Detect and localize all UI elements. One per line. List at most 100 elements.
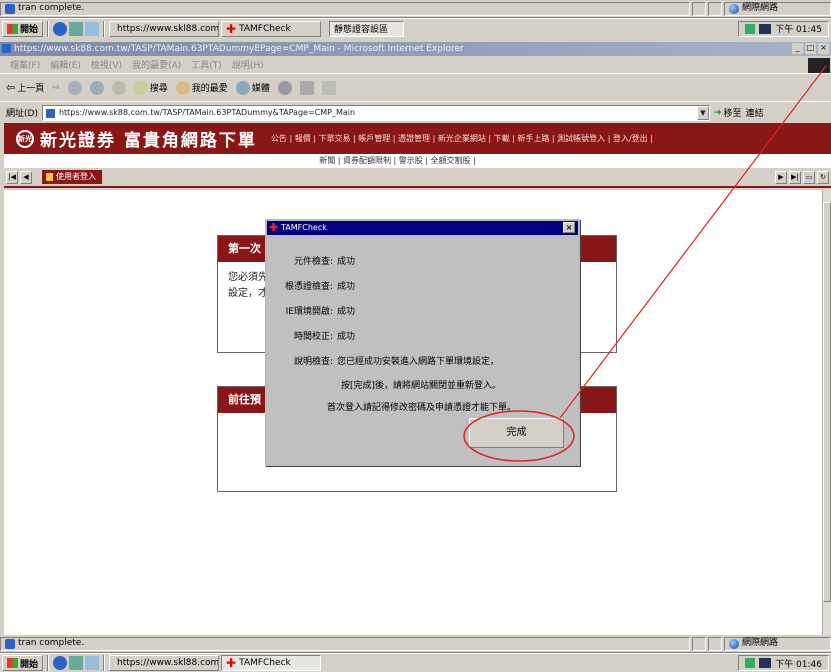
print-icon[interactable] bbox=[321, 80, 336, 95]
top-taskbar: 開始 https://www.skl88.com.tw/T... ✚ TAMFC… bbox=[0, 18, 831, 38]
ie-window-icon bbox=[2, 44, 11, 53]
status-cell bbox=[692, 636, 706, 651]
top-status-bar: tran complete. 網際網路 bbox=[0, 0, 831, 18]
logo-text: 新光 bbox=[18, 134, 32, 143]
search-button[interactable]: 搜尋 bbox=[133, 80, 168, 95]
start-button[interactable]: 開始 bbox=[2, 20, 44, 37]
clock[interactable]: 下午 01:45 bbox=[775, 22, 822, 35]
tray-icon[interactable] bbox=[745, 23, 756, 34]
taskbar-item-ie[interactable]: https://www.skl88.com.tw/T... bbox=[109, 655, 220, 671]
minimize-icon[interactable]: _ bbox=[792, 43, 803, 54]
menu-edit[interactable]: 編輯(E) bbox=[50, 58, 81, 71]
company-logo: 新光 bbox=[16, 129, 34, 148]
window-title: https://www.sk88.com.tw/TASP/TAMain.63PT… bbox=[14, 44, 464, 54]
check-label: IE環境開啟: bbox=[285, 307, 333, 317]
desktop-quicklaunch-icon[interactable] bbox=[85, 656, 100, 670]
note-label: 說明檢查: bbox=[293, 357, 333, 367]
refresh-icon[interactable]: ↻ bbox=[817, 170, 829, 184]
maximize-icon[interactable]: □ bbox=[805, 43, 816, 54]
refresh-icon[interactable] bbox=[89, 80, 104, 95]
windows-flag-icon bbox=[7, 23, 18, 34]
media-icon bbox=[235, 80, 250, 95]
taskbar-item-tamfcheck[interactable]: ✚ TAMFCheck bbox=[221, 20, 322, 37]
note-text: 按[完成]後，請將網站關閉並重新登入。 bbox=[341, 381, 502, 391]
tab-label: 使用者登入 bbox=[56, 172, 96, 181]
task-label: https://www.skl88.com.tw/T... bbox=[117, 658, 220, 668]
menu-view[interactable]: 檢視(V) bbox=[91, 58, 122, 71]
taskbar-separator bbox=[103, 655, 106, 671]
input-method-icon[interactable] bbox=[759, 23, 772, 34]
home-icon[interactable] bbox=[111, 80, 126, 95]
check-row: 根憑證檢查: 成功 bbox=[285, 279, 355, 292]
history-icon[interactable] bbox=[277, 80, 292, 95]
zone-label: 網際網路 bbox=[742, 638, 779, 648]
outlook-quicklaunch-icon[interactable] bbox=[69, 21, 84, 36]
desktop-quicklaunch-icon[interactable] bbox=[85, 21, 100, 36]
media-label: 媒體 bbox=[251, 84, 270, 94]
site-subnav[interactable]: 新聞 | 資券配額限制 | 警示股 | 全額交割股 | bbox=[4, 154, 831, 168]
ie-page-icon bbox=[5, 638, 15, 649]
menu-file[interactable]: 檔案(F) bbox=[10, 58, 40, 71]
chevron-down-icon[interactable]: ▼ bbox=[696, 105, 709, 120]
media-button[interactable]: 媒體 bbox=[235, 80, 270, 95]
forward-arrow-icon[interactable]: ⇨ bbox=[52, 83, 60, 93]
globe-icon bbox=[729, 638, 739, 649]
check-row: 元件檢查: 成功 bbox=[285, 254, 355, 267]
status-text: tran complete. bbox=[18, 638, 85, 648]
site-navigation[interactable]: 公告 | 報價 | 下單交易 | 帳戶管理 | 憑證管理 | 新光企業網站 | … bbox=[271, 133, 653, 144]
task-label: https://www.skl88.com.tw/T... bbox=[117, 23, 220, 34]
ie-quicklaunch-icon[interactable] bbox=[53, 21, 68, 36]
lock-icon bbox=[46, 173, 53, 181]
mail-icon[interactable] bbox=[299, 80, 314, 95]
menu-favorites[interactable]: 我的最愛(A) bbox=[132, 58, 181, 71]
subnav-links[interactable]: 新聞 | 資券配額限制 | 警示股 | 全額交割股 | bbox=[319, 156, 476, 165]
status-text-area: tran complete. bbox=[0, 1, 690, 16]
address-row: 網址(D) https://www.sk88.com.tw/TASP/TAMai… bbox=[0, 101, 831, 123]
note-text: 您已經成功安裝進入網路下單環境設定， bbox=[337, 357, 500, 367]
next-page-icon[interactable]: ▶ bbox=[775, 170, 787, 184]
menu-help[interactable]: 說明(H) bbox=[232, 58, 264, 71]
check-value: 成功 bbox=[337, 282, 356, 292]
clock[interactable]: 下午 01:46 bbox=[775, 657, 822, 670]
status-text: tran complete. bbox=[18, 3, 85, 13]
menu-tools[interactable]: 工具(T) bbox=[191, 58, 222, 71]
start-button[interactable]: 開始 bbox=[2, 655, 44, 671]
menu-bar: 檔案(F) 編輯(E) 檢視(V) 我的最愛(A) 工具(T) 說明(H) bbox=[0, 56, 831, 73]
done-button[interactable]: 完成 bbox=[469, 418, 564, 448]
scroll-thumb[interactable] bbox=[823, 202, 831, 602]
tamfcheck-dialog: ✚ TAMFCheck × 元件檢查: 成功 根憑證檢查: 成功 IE環境開啟: 成功… bbox=[265, 219, 580, 466]
ie-quicklaunch-icon[interactable] bbox=[53, 656, 68, 670]
back-arrow-icon: ⇦ bbox=[6, 81, 16, 94]
last-page-icon[interactable]: ▶| bbox=[789, 170, 801, 184]
outlook-quicklaunch-icon[interactable] bbox=[69, 656, 84, 670]
first-page-icon[interactable]: |◀ bbox=[6, 170, 18, 184]
task-label: TAMFCheck bbox=[239, 658, 291, 668]
note-row: 說明檢查: 您已經成功安裝進入網路下單環境設定， bbox=[285, 354, 499, 367]
security-zone: 網際網路 bbox=[724, 1, 831, 16]
tray-icon[interactable] bbox=[745, 658, 756, 668]
back-button[interactable]: ⇦ 上一頁 bbox=[6, 81, 44, 94]
taskbar-item-tamfcheck[interactable]: ✚ TAMFCheck bbox=[221, 655, 322, 671]
go-button[interactable]: ➜ 移至 bbox=[713, 106, 742, 120]
close-icon[interactable]: × bbox=[563, 222, 575, 233]
bottom-status-bar: tran complete. 網際網路 bbox=[0, 635, 831, 653]
taskbar-item-active[interactable]: 靜態證容設區 bbox=[329, 20, 405, 37]
bottom-taskbar: 開始 https://www.skl88.com.tw/T... ✚ TAMFC… bbox=[0, 653, 831, 672]
tab-user-login[interactable]: 使用者登入 bbox=[42, 170, 102, 184]
go-arrow-icon: ➜ bbox=[713, 107, 722, 118]
links-label[interactable]: 連結 bbox=[746, 106, 764, 119]
input-method-icon[interactable] bbox=[759, 658, 772, 668]
address-field[interactable]: https://www.sk88.com.tw/TASP/TAMain.63PT… bbox=[41, 104, 710, 121]
vertical-scrollbar[interactable] bbox=[822, 190, 831, 635]
stop-icon[interactable] bbox=[67, 80, 82, 95]
note-text: 首次登入請記得修改密碼及申請憑證才能下單。 bbox=[327, 403, 517, 413]
system-tray: 下午 01:45 bbox=[738, 20, 829, 37]
task-label: 靜態證容設區 bbox=[334, 25, 389, 35]
prev-page-icon[interactable]: ◀ bbox=[20, 170, 32, 184]
taskbar-item-ie[interactable]: https://www.skl88.com.tw/T... bbox=[109, 20, 220, 37]
windows-logo-throbber bbox=[808, 58, 830, 73]
close-icon[interactable]: × bbox=[818, 43, 829, 54]
favorites-button[interactable]: 我的最愛 bbox=[175, 80, 228, 95]
restore-icon[interactable]: ▭ bbox=[803, 170, 815, 184]
go-label: 移至 bbox=[723, 109, 742, 119]
